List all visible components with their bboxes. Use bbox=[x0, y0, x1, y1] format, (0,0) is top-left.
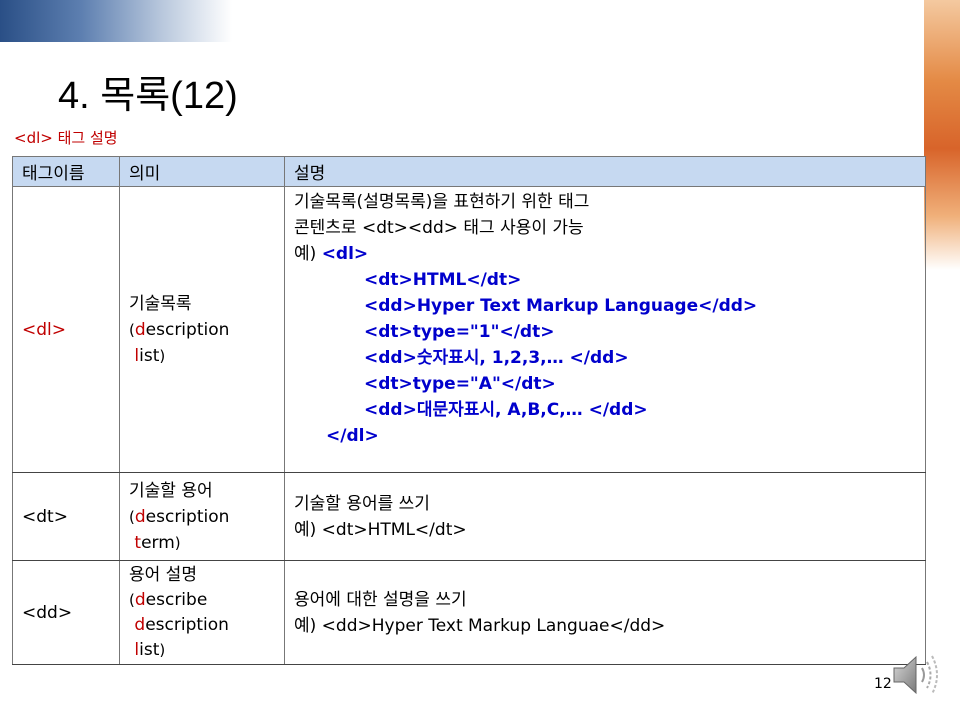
code-line: <dd>숫자표시, 1,2,3,… </dd> bbox=[364, 348, 629, 368]
table-header-row: 태그이름 의미 설명 bbox=[12, 156, 926, 187]
tag-cell: <dl> bbox=[12, 186, 120, 473]
meaning-text: 기술할 용어 bbox=[129, 480, 213, 501]
meaning-english-cont: term) bbox=[134, 532, 181, 553]
meaning-english: (description bbox=[129, 319, 230, 340]
table-row: <dl> 기술목록 (description list) 기술목록(설명목록)을… bbox=[12, 186, 926, 473]
meaning-cell: 기술할 용어 (description term) bbox=[119, 472, 285, 561]
description-line: 예) <dd>Hyper Text Markup Languae</dd> bbox=[294, 615, 666, 636]
code-line: <dd>대문자표시, A,B,C,… </dd> bbox=[364, 400, 648, 420]
description-cell: 기술할 용어를 쓰기 예) <dt>HTML</dt> bbox=[284, 472, 926, 561]
side-decoration-band bbox=[924, 0, 960, 270]
code-line-close: </dl> bbox=[326, 426, 379, 446]
meaning-english: (describe bbox=[129, 589, 208, 610]
table-caption: <dl> 태그 설명 bbox=[14, 129, 118, 147]
tag-cell: <dt> bbox=[12, 472, 120, 561]
tag-name: <dd> bbox=[22, 602, 73, 623]
description-cell: 용어에 대한 설명을 쓰기 예) <dd>Hyper Text Markup L… bbox=[284, 560, 926, 665]
description-line: 기술할 용어를 쓰기 bbox=[294, 493, 430, 514]
header-meaning: 의미 bbox=[119, 156, 285, 187]
code-line: <dt>type="1"</dt> bbox=[364, 322, 555, 342]
description-line: 예) <dt>HTML</dt> bbox=[294, 519, 467, 540]
code-line: <dd>Hyper Text Markup Language</dd> bbox=[364, 296, 758, 316]
tag-cell: <dd> bbox=[12, 560, 120, 665]
meaning-text: 용어 설명 bbox=[129, 564, 197, 585]
speaker-icon[interactable] bbox=[888, 650, 948, 700]
meaning-english-cont: description bbox=[134, 614, 229, 635]
meaning-english-cont: list) bbox=[134, 345, 166, 366]
meaning-english: (description bbox=[129, 506, 230, 527]
table-row: <dt> 기술할 용어 (description term) 기술할 용어를 쓰… bbox=[12, 472, 926, 561]
meaning-text: 기술목록 bbox=[129, 293, 192, 314]
tag-name: <dl> bbox=[22, 319, 67, 340]
code-line: <dt>HTML</dt> bbox=[364, 270, 522, 290]
table-row: <dd> 용어 설명 (describe description list) 용… bbox=[12, 560, 926, 665]
tag-name: <dt> bbox=[22, 506, 68, 527]
description-line: 콘텐츠로 <dt><dd> 태그 사용이 가능 bbox=[294, 218, 584, 238]
meaning-cell: 기술목록 (description list) bbox=[119, 186, 285, 473]
header-tag-name: 태그이름 bbox=[12, 156, 120, 187]
meaning-english-cont: list) bbox=[134, 639, 166, 660]
example-line: 예) <dl> bbox=[294, 244, 369, 264]
slide-title: 4. 목록(12) bbox=[58, 75, 238, 117]
description-line: 기술목록(설명목록)을 표현하기 위한 태그 bbox=[294, 192, 590, 212]
header-description: 설명 bbox=[284, 156, 926, 187]
description-line: 용어에 대한 설명을 쓰기 bbox=[294, 589, 467, 610]
meaning-cell: 용어 설명 (describe description list) bbox=[119, 560, 285, 665]
code-line: <dt>type="A"</dt> bbox=[364, 374, 556, 394]
description-cell: 기술목록(설명목록)을 표현하기 위한 태그 콘텐츠로 <dt><dd> 태그 … bbox=[284, 186, 926, 473]
tag-description-table: 태그이름 의미 설명 <dl> 기술목록 (description list) … bbox=[12, 156, 926, 665]
header-gradient-band bbox=[0, 0, 232, 42]
